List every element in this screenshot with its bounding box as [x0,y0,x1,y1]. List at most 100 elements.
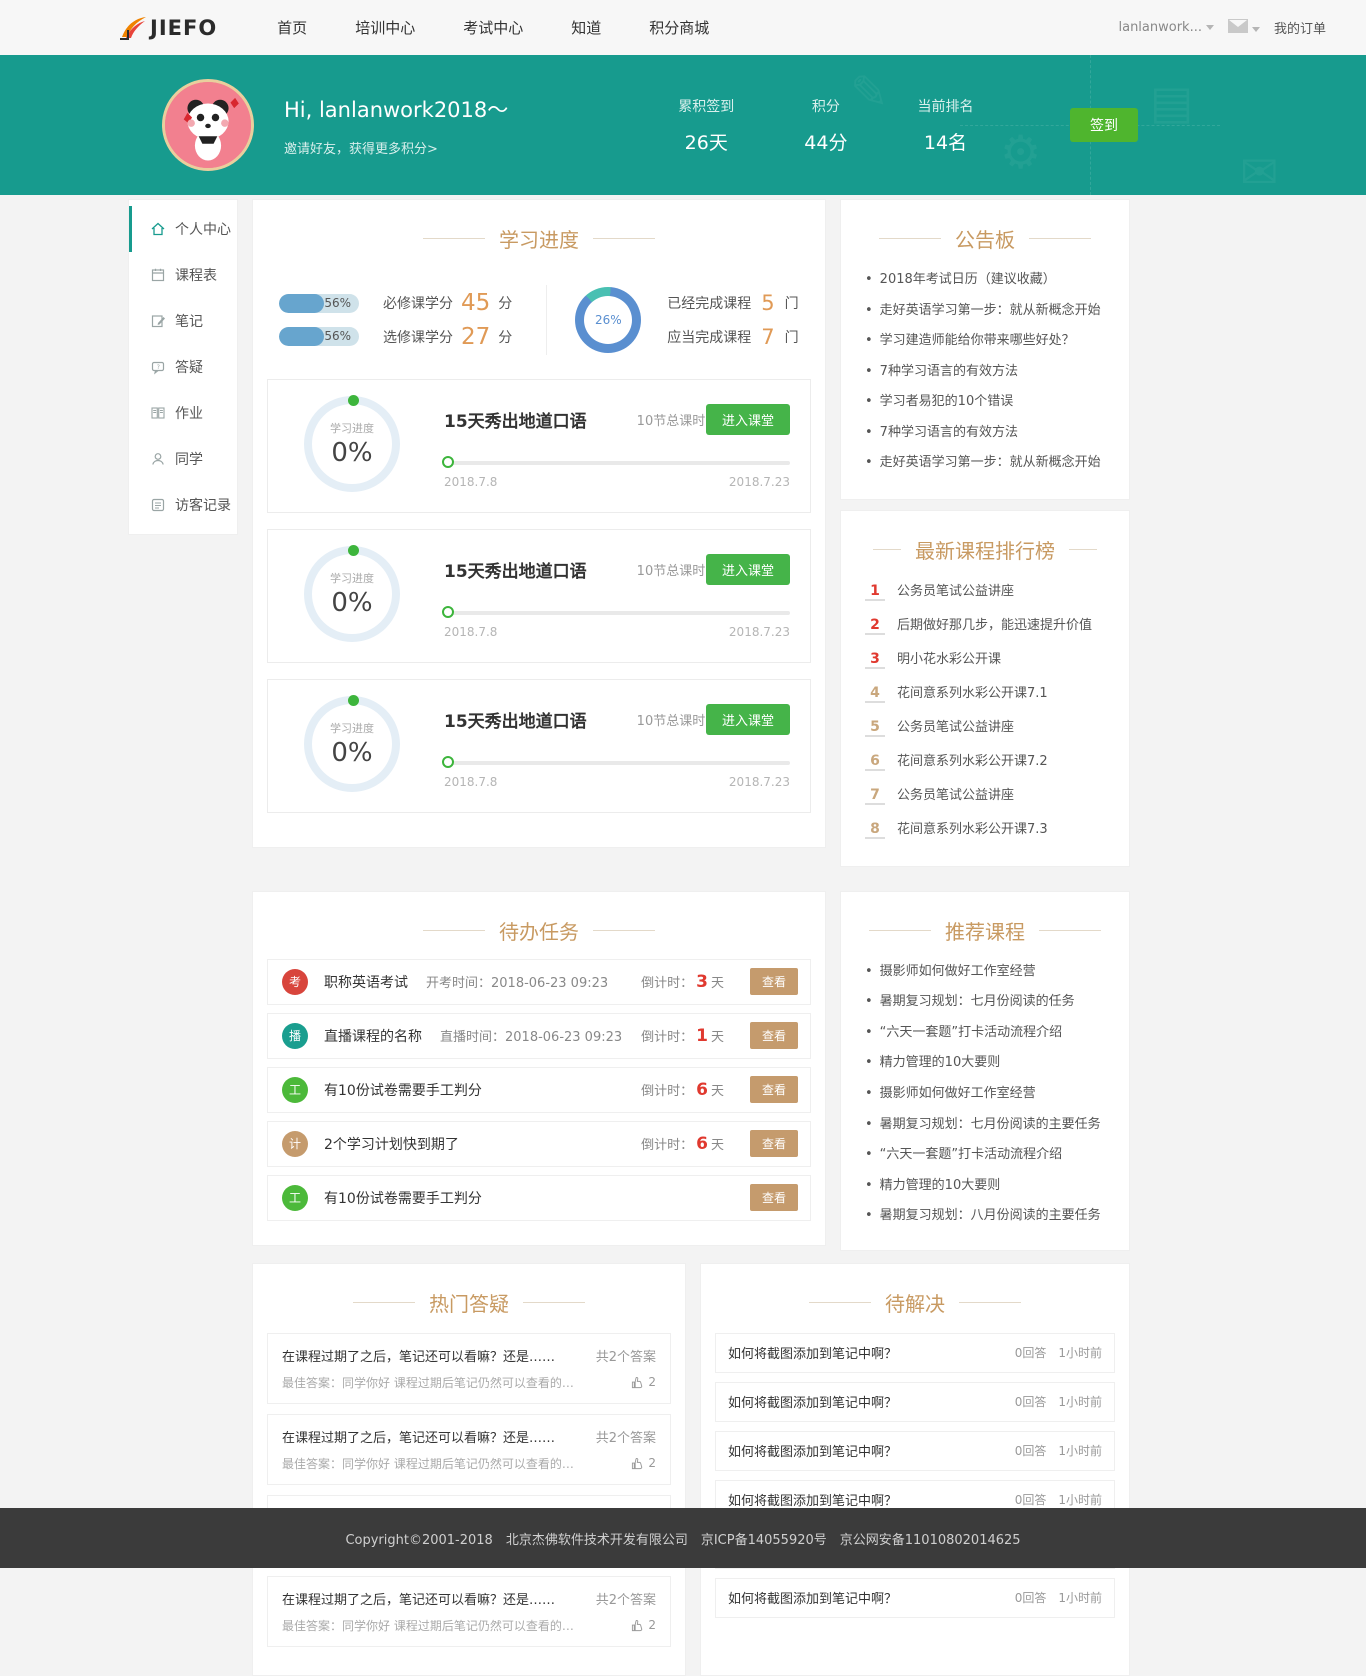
course-ranking-card: 最新课程排行榜 1 公务员笔试公益讲座 2 [840,510,1130,867]
course-start-date: 2018.7.8 [444,475,497,489]
study-progress-card: 学习进度 56% 56% [252,199,826,848]
qa-item[interactable]: 在课程过期了之后，笔记还可以看嘛？还是…… 共2个答案 最佳答案：同学你好 课程… [267,1414,671,1485]
recommended-item[interactable]: 暑期复习规划：八月份阅读的主要任务 [865,1207,1109,1225]
announcement-item[interactable]: 走好英语学习第一步：就从新概念开始 [865,302,1109,320]
announcement-item[interactable]: 2018年考试日历（建议收藏） [865,271,1109,289]
sidebar-item-personal-center[interactable]: 个人中心 [129,206,237,252]
rank-label: 花间意系列水彩公开课7.3 [897,818,1048,837]
recommended-item[interactable]: 暑期复习规划：七月份阅读的主要任务 [865,1116,1109,1134]
enter-classroom-button[interactable]: 进入课堂 [706,704,790,735]
rank-label: 花间意系列水彩公开课7.2 [897,750,1048,769]
view-button[interactable]: 查看 [750,1022,798,1049]
recommended-item[interactable]: 摄影师如何做好工作室经营 [865,963,1109,981]
announcement-item[interactable]: 走好英语学习第一步：就从新概念开始 [865,454,1109,472]
ranking-item[interactable]: 2 后期做好那几步，能迅速提升价值 [865,614,1111,635]
announcement-title: 公告板 [955,224,1015,253]
pending-meta: 0回答 1小时前 [1015,1393,1102,1410]
qa-best-answer: 最佳答案：同学你好 课程过期后笔记仍然可以查看的… [282,1617,574,1634]
ranking-title: 最新课程排行榜 [915,535,1055,564]
sidebar-item-timetable[interactable]: 课程表 [129,252,237,298]
nav-item[interactable]: 积分商城 [649,17,709,38]
enter-classroom-button[interactable]: 进入课堂 [706,554,790,585]
pending-item[interactable]: 如何将截图添加到笔记中啊？ 0回答 1小时前 [715,1431,1115,1471]
chat-bubble-icon: ? [150,359,166,375]
course-card: 学习进度 0% 15天秀出地道口语 10节总课时 进入课堂 [267,529,811,663]
ring-marker-dot [348,545,359,556]
footer: Copyright©2001-2018 北京杰佛软件技术开发有限公司 京ICP备… [0,1508,1366,1568]
course-start-date: 2018.7.8 [444,625,497,639]
ranking-item[interactable]: 8 花间意系列水彩公开课7.3 [865,818,1111,839]
recommended-item[interactable]: 精力管理的10大要则 [865,1054,1109,1072]
bar-fill [279,294,324,313]
like-count: 2 [648,1456,656,1470]
section-title: 推荐课程 [841,892,1129,955]
qa-item[interactable]: 在课程过期了之后，笔记还可以看嘛？还是…… 共2个答案 最佳答案：同学你好 课程… [267,1333,671,1404]
recommended-item[interactable]: “六天一套题”打卡活动流程介绍 [865,1024,1109,1042]
sidebar-item-visitor-log[interactable]: 访客记录 [129,482,237,528]
pending-item[interactable]: 如何将截图添加到笔记中啊？ 0回答 1小时前 [715,1578,1115,1618]
recommended-item[interactable]: “六天一套题”打卡活动流程介绍 [865,1146,1109,1164]
recommended-item[interactable]: 摄影师如何做好工作室经营 [865,1085,1109,1103]
view-button[interactable]: 查看 [750,1184,798,1211]
announcement-item[interactable]: 学习者易犯的10个错误 [865,393,1109,411]
elective-credit-bar: 56% [279,327,359,346]
ranking-item[interactable]: 5 公务员笔试公益讲座 [865,716,1111,737]
ranking-item[interactable]: 4 花间意系列水彩公开课7.1 [865,682,1111,703]
recommended-item[interactable]: 暑期复习规划：七月份阅读的任务 [865,993,1109,1011]
nav-item[interactable]: 培训中心 [355,17,415,38]
ranking-item[interactable]: 1 公务员笔试公益讲座 [865,580,1111,601]
view-button[interactable]: 查看 [750,1130,798,1157]
ring-label: 学习进度 [330,570,374,586]
course-timeline [444,461,790,465]
course-lessons: 10节总课时 [637,560,706,579]
sidebar-item-qa[interactable]: ? 答疑 [129,344,237,390]
enter-classroom-button[interactable]: 进入课堂 [706,404,790,435]
messages-menu[interactable] [1228,19,1260,37]
qa-likes[interactable]: 2 [631,1455,656,1472]
task-title: 有10份试卷需要手工判分 [324,1080,482,1100]
sidebar-item-homework[interactable]: 作业 [129,390,237,436]
jiefo-logo[interactable]: JIEFO [118,15,217,41]
nav-item[interactable]: 知道 [571,17,601,38]
course-title[interactable]: 15天秀出地道口语 [444,557,587,582]
countdown-days: 3 [696,972,708,992]
person-icon [150,451,166,467]
task-time: 开考时间：2018-06-23 09:23 [426,972,608,991]
pending-item[interactable]: 如何将截图添加到笔记中啊？ 0回答 1小时前 [715,1333,1115,1373]
view-button[interactable]: 查看 [750,1076,798,1103]
announcement-item[interactable]: 学习建造师能给你带来哪些好处？ [865,332,1109,350]
nav-item[interactable]: 考试中心 [463,17,523,38]
recommended-item[interactable]: 精力管理的10大要则 [865,1177,1109,1195]
ranking-item[interactable]: 6 花间意系列水彩公开课7.2 [865,750,1111,771]
user-menu[interactable]: lanlanwork... [1118,20,1214,35]
my-orders-link[interactable]: 我的订单 [1274,18,1326,37]
invite-friends-link[interactable]: 邀请好友，获得更多积分> [284,138,508,157]
note-pencil-icon [150,313,166,329]
view-button[interactable]: 查看 [750,968,798,995]
required-credit-bar: 56% [279,294,359,313]
course-title[interactable]: 15天秀出地道口语 [444,407,587,432]
sidebar-item-notes[interactable]: 笔记 [129,298,237,344]
announcement-item[interactable]: 7种学习语言的有效方法 [865,424,1109,442]
qa-answer-count: 共2个答案 [596,1346,656,1365]
qa-item[interactable]: 在课程过期了之后，笔记还可以看嘛？还是…… 共2个答案 最佳答案：同学你好 课程… [267,1576,671,1647]
sidebar-item-classmates[interactable]: 同学 [129,436,237,482]
timeline-dot [442,756,454,768]
sign-in-button[interactable]: 签到 [1070,108,1138,142]
avatar[interactable] [162,79,254,171]
course-end-date: 2018.7.23 [729,625,790,639]
qa-likes[interactable]: 2 [631,1374,656,1391]
decor-icon: ▤ [1150,75,1193,129]
required-credit-value: 45 [461,290,490,316]
nav-item[interactable]: 首页 [277,17,307,38]
announcement-item[interactable]: 7种学习语言的有效方法 [865,363,1109,381]
ranking-item[interactable]: 7 公务员笔试公益讲座 [865,784,1111,805]
qa-likes[interactable]: 2 [631,1617,656,1634]
stat-label: 积分 [804,96,847,116]
stat-label: 累积签到 [678,96,734,116]
course-title[interactable]: 15天秀出地道口语 [444,707,587,732]
expected-courses-stat: 应当完成课程 7 门 [667,325,798,349]
pending-item[interactable]: 如何将截图添加到笔记中啊？ 0回答 1小时前 [715,1382,1115,1422]
ranking-item[interactable]: 3 明小花水彩公开课 [865,648,1111,669]
sidebar: 个人中心 课程表 笔记 ? 答疑 作业 同学 访客记录 [128,199,238,535]
